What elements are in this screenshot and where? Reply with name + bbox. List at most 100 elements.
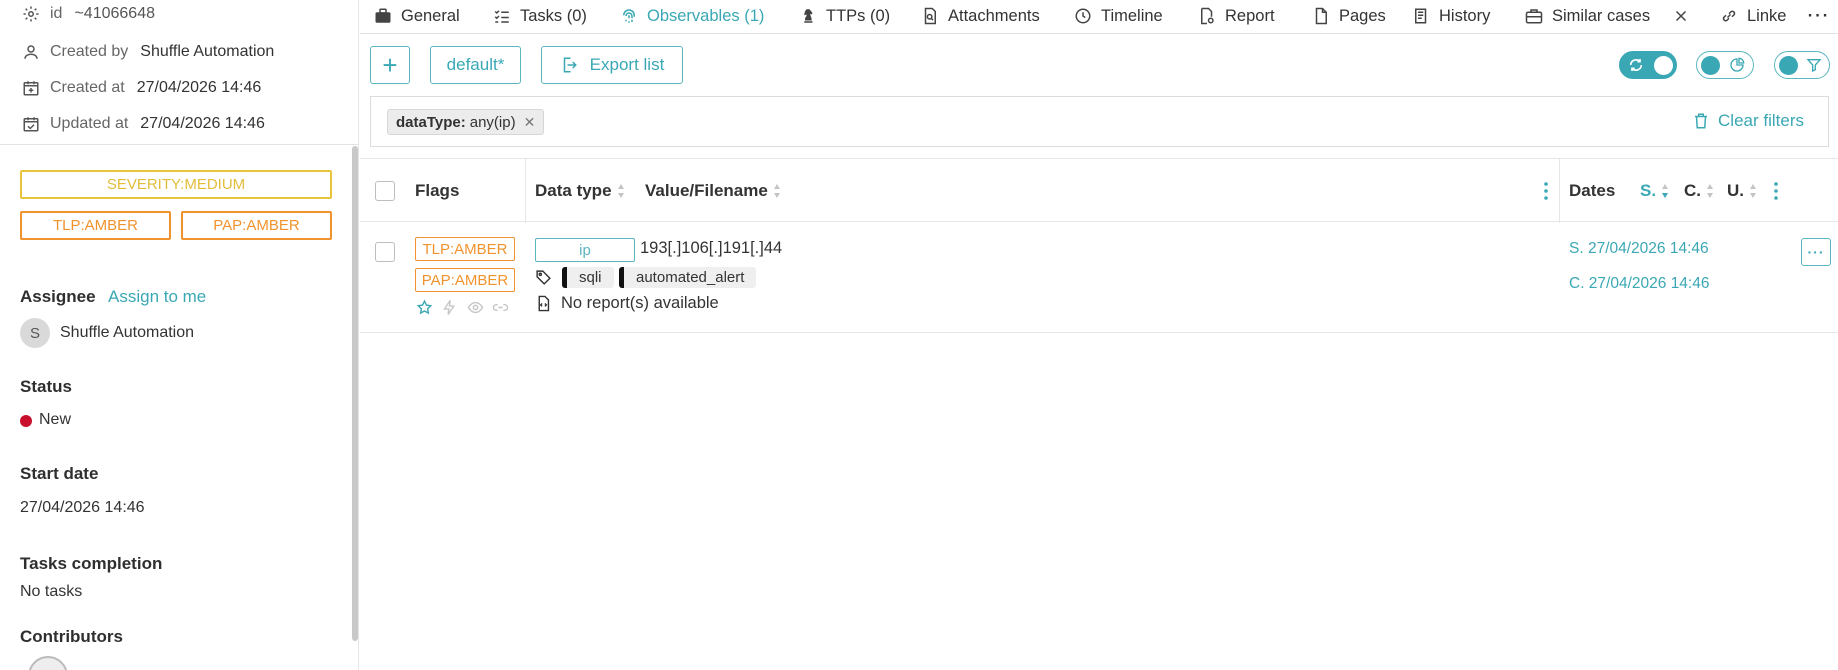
pap-badge[interactable]: PAP:AMBER (181, 211, 332, 240)
tab-linked-label: Linke (1747, 6, 1787, 25)
active-filters-bar: dataType: any(ip) ✕ Clear filters (370, 96, 1829, 147)
star-icon[interactable] (416, 299, 433, 316)
tab-history[interactable]: History (1412, 4, 1490, 28)
ioc-lightning-icon[interactable] (441, 299, 458, 316)
toggle-knob (1701, 56, 1720, 75)
updated-at-row: Updated at 27/04/2026 14:46 (22, 115, 265, 133)
status-dot-icon (20, 415, 32, 427)
row-actions-button[interactable]: ··· (1801, 238, 1831, 266)
file-gear-icon (1201, 7, 1214, 25)
tab-report[interactable]: Report (1198, 4, 1275, 28)
header-sort-created[interactable]: C. (1684, 181, 1714, 201)
add-observable-button[interactable]: + (370, 46, 410, 84)
sighted-eye-icon[interactable] (467, 299, 484, 316)
case-tabs: General Tasks (0) Observables (1) TTPs (… (360, 0, 1838, 34)
header-s-label: S. (1640, 181, 1657, 200)
page-icon (1315, 7, 1327, 25)
panel-divider (0, 144, 359, 145)
header-data-type-label: Data type (535, 181, 612, 200)
tab-tasks[interactable]: Tasks (0) (493, 4, 587, 28)
sort-icon (1707, 184, 1713, 198)
table-row[interactable]: TLP:AMBER PAP:AMBER ip 193[.]106[.]191[.… (360, 222, 1838, 333)
column-separator (1559, 159, 1560, 223)
export-list-button[interactable]: Export list (541, 46, 683, 84)
tag-chip[interactable]: sqli (562, 267, 614, 288)
remove-filter-icon[interactable]: ✕ (524, 114, 536, 131)
created-by-value: Shuffle Automation (140, 43, 275, 60)
more-tabs-icon[interactable]: ··· (1805, 4, 1833, 28)
assignee-name: Shuffle Automation (60, 324, 195, 341)
status-value[interactable]: New (39, 411, 71, 429)
tab-ttps[interactable]: TTPs (0) (799, 4, 890, 28)
briefcase-outline-icon (1525, 9, 1543, 24)
left-panel-scrollbar[interactable] (352, 146, 358, 641)
value-column-menu-icon[interactable] (1544, 182, 1548, 200)
export-icon (563, 57, 577, 73)
observable-value[interactable]: 193[.]106[.]191[.]44 (640, 239, 782, 258)
tlp-badge[interactable]: TLP:AMBER (20, 211, 171, 240)
tag-icon (536, 270, 551, 285)
auto-refresh-toggle[interactable] (1619, 51, 1677, 79)
created-by-row: Created by Shuffle Automation (22, 43, 274, 61)
filters-toggle[interactable] (1774, 51, 1830, 79)
clear-filters-button[interactable]: Clear filters (1692, 111, 1804, 131)
trash-icon (1695, 113, 1708, 129)
close-similar-cases-tab[interactable] (1672, 4, 1699, 28)
toggle-knob (1779, 56, 1798, 75)
tab-attachments[interactable]: Attachments (921, 4, 1040, 28)
assignee-title: Assignee (20, 287, 96, 306)
tasks-completion-title: Tasks completion (20, 554, 163, 573)
tab-observables-label: Observables (1) (647, 6, 765, 25)
status-title: Status (20, 377, 72, 396)
contributor-avatar (28, 656, 68, 670)
sort-icon (617, 184, 624, 198)
header-sort-updated[interactable]: U. (1727, 181, 1757, 201)
tab-pages[interactable]: Pages (1312, 4, 1386, 28)
tab-observables[interactable]: Observables (1) (620, 4, 764, 28)
tab-general[interactable]: General (374, 4, 460, 28)
dates-column-menu-icon[interactable] (1774, 182, 1778, 200)
tab-ttps-label: TTPs (0) (826, 6, 891, 25)
filter-chip-datatype[interactable]: dataType: any(ip) ✕ (387, 109, 545, 135)
row-tlp-badge[interactable]: TLP:AMBER (415, 237, 515, 261)
sort-icon (773, 184, 780, 198)
link-icon[interactable] (492, 299, 509, 316)
header-dates: Dates (1569, 181, 1616, 200)
sort-desc-icon (1662, 184, 1669, 198)
created-at-value: 27/04/2026 14:46 (136, 79, 262, 96)
row-select-checkbox[interactable] (375, 242, 395, 262)
header-value[interactable]: Value/Filename (645, 181, 781, 201)
row-pap-badge[interactable]: PAP:AMBER (415, 268, 515, 292)
file-code-icon (538, 295, 550, 312)
sort-icon (1750, 184, 1756, 198)
close-icon (1675, 10, 1687, 22)
tab-linked[interactable]: Linke (1720, 4, 1786, 28)
header-data-type[interactable]: Data type (535, 181, 625, 201)
header-value-label: Value/Filename (645, 181, 768, 200)
severity-badge[interactable]: SEVERITY:MEDIUM (20, 170, 332, 199)
calendar-check-icon (23, 117, 39, 132)
assign-to-me-link[interactable]: Assign to me (108, 287, 206, 307)
tab-timeline[interactable]: Timeline (1074, 4, 1163, 28)
book-icon (1415, 8, 1427, 24)
gear-icon (23, 6, 39, 22)
created-date-cell: C. 27/04/2026 14:46 (1569, 275, 1710, 292)
tab-tasks-label: Tasks (0) (520, 6, 587, 25)
header-flags: Flags (415, 181, 460, 200)
updated-at-label: Updated at (50, 115, 129, 132)
tag-chip[interactable]: automated_alert (619, 267, 757, 288)
stats-toggle[interactable] (1696, 51, 1754, 79)
fingerprint-icon (623, 9, 635, 23)
start-date-title: Start date (20, 464, 99, 483)
start-date-value[interactable]: 27/04/2026 14:46 (20, 499, 145, 517)
tab-general-label: General (401, 6, 460, 25)
tab-similar-cases[interactable]: Similar cases (1525, 4, 1650, 28)
data-type-badge[interactable]: ip (535, 238, 635, 262)
clear-filters-label: Clear filters (1718, 111, 1804, 130)
filter-preset-button[interactable]: default* (430, 46, 521, 84)
contributors-title: Contributors (20, 627, 123, 646)
calendar-plus-icon (23, 81, 39, 96)
header-sort-start[interactable]: S. (1640, 181, 1669, 201)
select-all-checkbox[interactable] (375, 181, 395, 201)
filter-chip-key: dataType: (396, 113, 466, 131)
